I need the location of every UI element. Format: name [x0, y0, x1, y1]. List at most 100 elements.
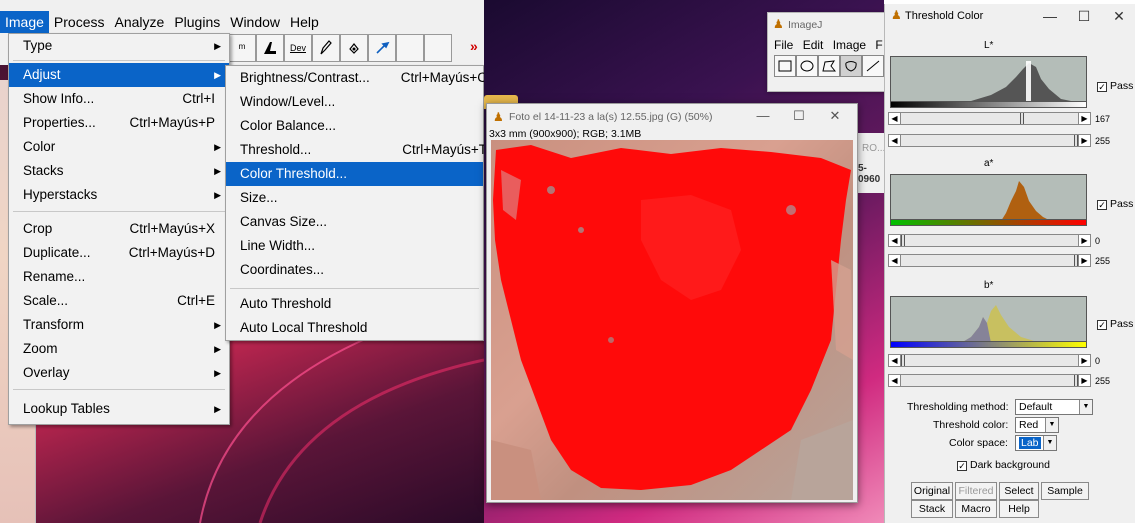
- slider-a-min[interactable]: ◀ ▶: [888, 234, 1091, 247]
- freehand-tool-icon[interactable]: [840, 55, 862, 77]
- slider-left-arrow-icon[interactable]: ◀: [889, 355, 901, 366]
- dark-background-checkbox[interactable]: ✓: [957, 461, 967, 471]
- menu-item-scale[interactable]: Scale... Ctrl+E: [9, 289, 229, 313]
- menu-item-lookup-tables[interactable]: Lookup Tables ▶: [9, 397, 229, 421]
- menu-item-adjust[interactable]: Adjust ▶: [9, 63, 229, 87]
- tool-slot-empty-2[interactable]: [424, 34, 452, 62]
- slider-a-max[interactable]: ◀ ▶: [888, 254, 1091, 267]
- filtered-button[interactable]: Filtered: [955, 482, 997, 500]
- menu-item-brightness-contrast[interactable]: Brightness/Contrast... Ctrl+Mayús+C: [226, 66, 487, 90]
- menu-item-crop[interactable]: Crop Ctrl+Mayús+X: [9, 217, 229, 241]
- pass-l-checkbox[interactable]: ✓: [1097, 82, 1107, 92]
- slider-right-arrow-icon[interactable]: ▶: [1078, 135, 1090, 146]
- slider-l-min[interactable]: ◀ ▶: [888, 112, 1091, 125]
- fill-tool-icon[interactable]: [340, 34, 368, 62]
- slider-right-arrow-icon[interactable]: ▶: [1078, 235, 1090, 246]
- maximize-icon[interactable]: ☐: [785, 104, 813, 130]
- ij-menu-edit[interactable]: Edit: [803, 38, 824, 52]
- menu-item-window-level[interactable]: Window/Level...: [226, 90, 483, 114]
- menu-image[interactable]: Image: [0, 11, 49, 33]
- help-button[interactable]: Help: [999, 500, 1039, 518]
- menu-item-overlay[interactable]: Overlay ▶: [9, 361, 229, 385]
- menu-item-threshold[interactable]: Threshold... Ctrl+Mayús+T: [226, 138, 487, 162]
- stack-button[interactable]: Stack: [911, 500, 953, 518]
- slider-thumb[interactable]: [901, 235, 905, 246]
- select-button[interactable]: Select: [999, 482, 1039, 500]
- pass-b-checkbox[interactable]: ✓: [1097, 320, 1107, 330]
- ij-menu-file[interactable]: File: [774, 38, 793, 52]
- menu-item-show-info[interactable]: Show Info... Ctrl+I: [9, 87, 229, 111]
- menu-item-coordinates[interactable]: Coordinates...: [226, 258, 483, 282]
- slider-left-arrow-icon[interactable]: ◀: [889, 235, 901, 246]
- oval-tool-icon[interactable]: [796, 55, 818, 77]
- magnifier-tool-icon[interactable]: [256, 34, 284, 62]
- slider-left-arrow-icon[interactable]: ◀: [889, 255, 901, 266]
- tool-arrow-icon[interactable]: »: [470, 38, 478, 54]
- color-space-select[interactable]: Lab ▼: [1015, 435, 1057, 451]
- menu-plugins[interactable]: Plugins: [169, 11, 225, 33]
- menu-item-type[interactable]: Type ▶: [9, 34, 229, 58]
- line-tool-icon[interactable]: [862, 55, 884, 77]
- pass-l[interactable]: ✓ Pass: [1097, 80, 1133, 92]
- menu-help[interactable]: Help: [285, 11, 324, 33]
- minimize-icon[interactable]: —: [749, 104, 777, 130]
- menu-window[interactable]: Window: [225, 11, 285, 33]
- slider-b-max[interactable]: ◀ ▶: [888, 374, 1091, 387]
- slider-right-arrow-icon[interactable]: ▶: [1078, 375, 1090, 386]
- sample-button[interactable]: Sample: [1041, 482, 1089, 500]
- slider-l-max[interactable]: ◀ ▶: [888, 134, 1091, 147]
- slider-left-arrow-icon[interactable]: ◀: [889, 375, 901, 386]
- dev-tool-button[interactable]: Dev: [284, 34, 312, 62]
- menu-item-color-threshold[interactable]: Color Threshold...: [226, 162, 483, 186]
- slider-right-arrow-icon[interactable]: ▶: [1078, 355, 1090, 366]
- image-canvas[interactable]: [491, 140, 853, 500]
- slider-b-min[interactable]: ◀ ▶: [888, 354, 1091, 367]
- menu-item-size[interactable]: Size...: [226, 186, 483, 210]
- dark-background-option[interactable]: ✓ Dark background: [957, 459, 1050, 471]
- menu-analyze[interactable]: Analyze: [110, 11, 170, 33]
- menu-item-color[interactable]: Color ▶: [9, 135, 229, 159]
- minimize-icon[interactable]: —: [1035, 6, 1065, 28]
- menu-process[interactable]: Process: [49, 11, 110, 33]
- slider-right-arrow-icon[interactable]: ▶: [1078, 113, 1090, 124]
- menu-item-rename[interactable]: Rename...: [9, 265, 229, 289]
- ij-menu-truncated[interactable]: F: [875, 38, 882, 52]
- menu-item-canvas-size[interactable]: Canvas Size...: [226, 210, 483, 234]
- slider-thumb[interactable]: [1020, 113, 1024, 124]
- slider-left-arrow-icon[interactable]: ◀: [889, 135, 901, 146]
- macro-button[interactable]: Macro: [955, 500, 997, 518]
- menu-item-hyperstacks[interactable]: Hyperstacks ▶: [9, 183, 229, 207]
- menu-item-duplicate[interactable]: Duplicate... Ctrl+Mayús+D: [9, 241, 229, 265]
- menu-item-transform[interactable]: Transform ▶: [9, 313, 229, 337]
- picker-tool-icon[interactable]: [368, 34, 396, 62]
- imagej-tools: ᵐ Dev: [228, 34, 452, 62]
- image-window: ♟ Foto el 14-11-23 a la(s) 12.55.jpg (G)…: [486, 103, 858, 503]
- ij-menu-image[interactable]: Image: [833, 38, 866, 52]
- threshold-color-select[interactable]: Red ▼: [1015, 417, 1059, 433]
- colorbar-l: [890, 102, 1087, 108]
- thresholding-method-select[interactable]: Default ▼: [1015, 399, 1093, 415]
- menu-item-line-width[interactable]: Line Width...: [226, 234, 483, 258]
- close-icon[interactable]: ✕: [821, 104, 849, 130]
- threshold-color-label: Threshold color:: [933, 419, 1009, 431]
- polygon-tool-icon[interactable]: [818, 55, 840, 77]
- pass-a[interactable]: ✓ Pass: [1097, 198, 1133, 210]
- pass-a-checkbox[interactable]: ✓: [1097, 200, 1107, 210]
- pencil-tool-icon[interactable]: [312, 34, 340, 62]
- pass-b[interactable]: ✓ Pass: [1097, 318, 1133, 330]
- original-button[interactable]: Original: [911, 482, 953, 500]
- tool-slot-empty-1[interactable]: [396, 34, 424, 62]
- text-tool-icon[interactable]: ᵐ: [228, 34, 256, 62]
- close-icon[interactable]: ✕: [1104, 6, 1134, 28]
- maximize-icon[interactable]: ☐: [1069, 6, 1099, 28]
- slider-thumb[interactable]: [901, 355, 905, 366]
- menu-item-color-balance[interactable]: Color Balance...: [226, 114, 483, 138]
- menu-item-zoom[interactable]: Zoom ▶: [9, 337, 229, 361]
- menu-item-auto-threshold[interactable]: Auto Threshold: [226, 292, 483, 316]
- menu-item-stacks[interactable]: Stacks ▶: [9, 159, 229, 183]
- slider-left-arrow-icon[interactable]: ◀: [889, 113, 901, 124]
- menu-item-properties[interactable]: Properties... Ctrl+Mayús+P: [9, 111, 229, 135]
- slider-right-arrow-icon[interactable]: ▶: [1078, 255, 1090, 266]
- menu-item-auto-local-threshold[interactable]: Auto Local Threshold: [226, 316, 483, 340]
- rectangle-tool-icon[interactable]: [774, 55, 796, 77]
